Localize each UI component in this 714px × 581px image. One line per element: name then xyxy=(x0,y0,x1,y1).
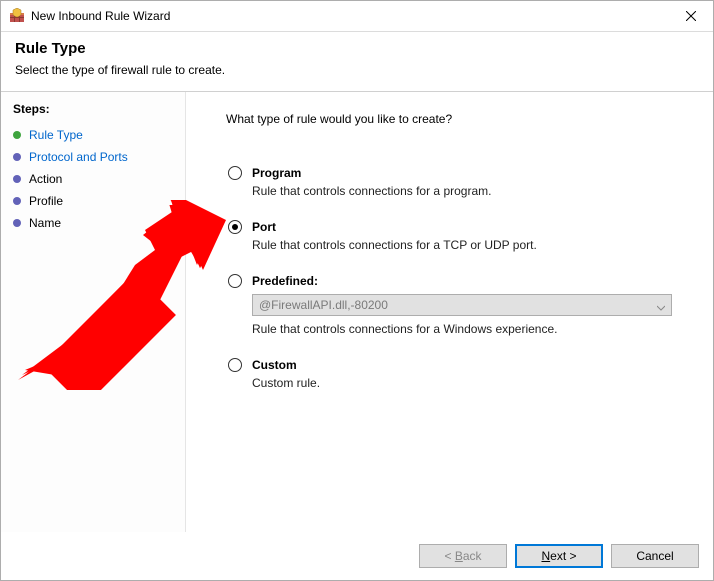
step-label: Name xyxy=(29,216,61,230)
option-label: Custom xyxy=(252,358,297,372)
steps-sidebar: Steps: Rule Type Protocol and Ports Acti… xyxy=(1,92,186,532)
question-text: What type of rule would you like to crea… xyxy=(226,112,683,126)
option-desc: Rule that controls connections for a TCP… xyxy=(252,238,683,252)
back-button[interactable]: < Back xyxy=(419,544,507,568)
step-label: Protocol and Ports xyxy=(29,150,128,164)
page-title: Rule Type xyxy=(15,40,699,57)
option-desc: Custom rule. xyxy=(252,376,683,390)
option-label: Program xyxy=(252,166,301,180)
step-bullet-icon xyxy=(13,153,21,161)
titlebar: New Inbound Rule Wizard xyxy=(1,1,713,32)
button-label: Cancel xyxy=(636,549,673,563)
radio-predefined[interactable] xyxy=(228,274,242,288)
option-program: Program Rule that controls connections f… xyxy=(226,166,683,198)
body: Steps: Rule Type Protocol and Ports Acti… xyxy=(1,92,713,532)
dropdown-value: @FirewallAPI.dll,-80200 xyxy=(259,298,388,312)
step-bullet-icon xyxy=(13,219,21,227)
option-label: Predefined: xyxy=(252,274,318,288)
chevron-down-icon xyxy=(657,301,665,309)
firewall-icon xyxy=(9,8,25,24)
step-label: Action xyxy=(29,172,62,186)
button-label: < Back xyxy=(444,549,481,563)
button-label: Next > xyxy=(541,549,576,563)
step-label: Rule Type xyxy=(29,128,83,142)
option-desc: Rule that controls connections for a Win… xyxy=(252,322,683,336)
step-action[interactable]: Action xyxy=(11,168,185,190)
option-custom: Custom Custom rule. xyxy=(226,358,683,390)
step-bullet-icon xyxy=(13,175,21,183)
step-bullet-icon xyxy=(13,131,21,139)
step-name[interactable]: Name xyxy=(11,212,185,234)
step-rule-type[interactable]: Rule Type xyxy=(11,124,185,146)
footer: < Back Next > Cancel xyxy=(1,532,713,580)
option-predefined: Predefined: @FirewallAPI.dll,-80200 Rule… xyxy=(226,274,683,336)
step-bullet-icon xyxy=(13,197,21,205)
option-port: Port Rule that controls connections for … xyxy=(226,220,683,252)
wizard-window: New Inbound Rule Wizard Rule Type Select… xyxy=(0,0,714,581)
option-label: Port xyxy=(252,220,276,234)
step-profile[interactable]: Profile xyxy=(11,190,185,212)
content-panel: What type of rule would you like to crea… xyxy=(186,92,713,532)
page-subtitle: Select the type of firewall rule to crea… xyxy=(15,63,699,77)
option-desc: Rule that controls connections for a pro… xyxy=(252,184,683,198)
next-button[interactable]: Next > xyxy=(515,544,603,568)
close-button[interactable] xyxy=(668,1,713,31)
window-title: New Inbound Rule Wizard xyxy=(31,9,668,23)
header: Rule Type Select the type of firewall ru… xyxy=(1,32,713,92)
step-protocol-ports[interactable]: Protocol and Ports xyxy=(11,146,185,168)
radio-custom[interactable] xyxy=(228,358,242,372)
steps-heading: Steps: xyxy=(13,102,185,116)
radio-port[interactable] xyxy=(228,220,242,234)
step-label: Profile xyxy=(29,194,63,208)
cancel-button[interactable]: Cancel xyxy=(611,544,699,568)
radio-program[interactable] xyxy=(228,166,242,180)
predefined-dropdown: @FirewallAPI.dll,-80200 xyxy=(252,294,672,316)
